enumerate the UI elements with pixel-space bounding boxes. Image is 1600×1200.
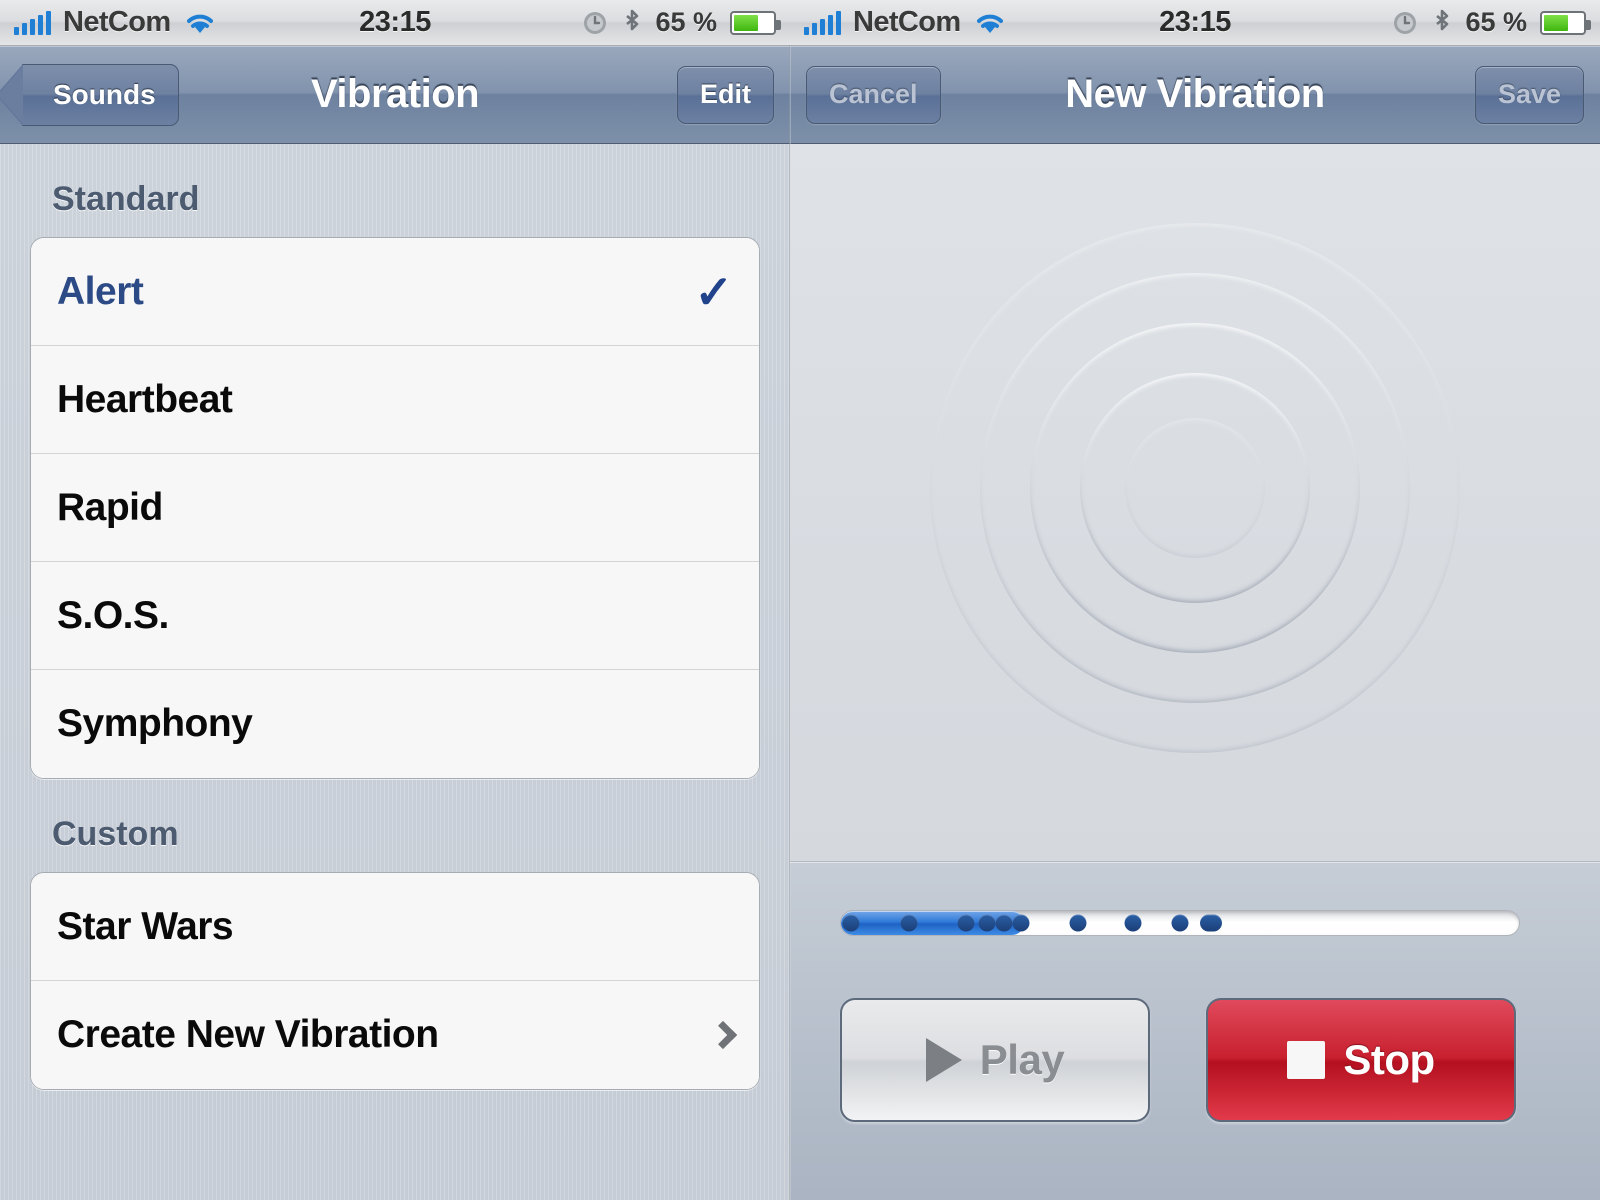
- list-item-symphony[interactable]: Symphony: [31, 670, 759, 778]
- tap-marker: [900, 914, 918, 932]
- recording-progress-bar[interactable]: [840, 910, 1520, 936]
- status-bar-left: NetCom 23:15 65 %: [0, 0, 790, 46]
- tap-marker: [1069, 914, 1087, 932]
- tap-canvas[interactable]: [790, 144, 1600, 862]
- list-item-alert[interactable]: Alert ✓: [31, 238, 759, 346]
- custom-vibrations-card: Star Wars Create New Vibration: [30, 872, 760, 1090]
- tap-marker: [1012, 914, 1030, 932]
- tap-marker: [1171, 914, 1189, 932]
- status-bar-right-group: 65 %: [1391, 7, 1591, 38]
- ripple-rings-graphic: [915, 208, 1475, 768]
- group-header-standard: Standard: [52, 180, 200, 218]
- chevron-right-icon: [708, 1020, 738, 1050]
- transport-buttons: Play Stop: [840, 998, 1550, 1122]
- tap-marker: [1199, 914, 1222, 932]
- left-phone-panel: NetCom 23:15 65 % Sounds Vibration Edit …: [0, 0, 790, 1200]
- list-item-label: Star Wars: [57, 904, 234, 948]
- play-icon: [925, 1038, 962, 1082]
- alarm-clock-icon: [1394, 11, 1417, 34]
- cancel-button[interactable]: Cancel: [806, 65, 941, 124]
- list-item-label: Create New Vibration: [57, 1013, 439, 1056]
- tap-marker: [842, 914, 860, 932]
- list-item-rapid[interactable]: Rapid: [31, 454, 759, 562]
- list-item-label: S.O.S.: [57, 593, 169, 637]
- bluetooth-icon: [626, 9, 639, 30]
- nav-bar-right: Cancel New Vibration Save: [790, 46, 1600, 144]
- status-bar-right-group: 65 %: [581, 7, 781, 38]
- battery-percent-label: 65 %: [655, 7, 717, 37]
- dual-phone-screenshot: NetCom 23:15 65 % Sounds Vibration Edit …: [0, 0, 1600, 1200]
- stop-button-label: Stop: [1343, 1036, 1435, 1083]
- edit-button-label: Edit: [700, 79, 751, 109]
- right-phone-panel: NetCom 23:15 65 % Cancel New Vibration S…: [790, 0, 1600, 1200]
- tap-marker: [978, 914, 996, 932]
- recorder-controls: Play Stop: [790, 862, 1600, 1200]
- battery-icon: [730, 10, 781, 35]
- save-button[interactable]: Save: [1474, 65, 1584, 124]
- battery-icon: [1540, 10, 1591, 35]
- stop-icon: [1287, 1041, 1326, 1079]
- tap-marker: [995, 914, 1013, 932]
- list-item-label: Heartbeat: [57, 377, 233, 421]
- edit-button[interactable]: Edit: [677, 65, 774, 124]
- list-item-label: Alert: [57, 269, 144, 313]
- tap-marker: [1124, 914, 1142, 932]
- checkmark-icon: ✓: [694, 265, 733, 318]
- standard-vibrations-card: Alert ✓ Heartbeat Rapid S.O.S. Symphony: [30, 237, 760, 779]
- group-header-custom: Custom: [52, 815, 179, 853]
- tap-marker: [957, 914, 975, 932]
- play-button[interactable]: Play: [840, 998, 1150, 1122]
- list-item-heartbeat[interactable]: Heartbeat: [31, 346, 759, 454]
- back-button-sounds[interactable]: Sounds: [22, 63, 179, 126]
- list-item-label: Rapid: [57, 485, 163, 529]
- cancel-button-label: Cancel: [829, 79, 918, 109]
- battery-percent-label: 65 %: [1465, 7, 1527, 37]
- save-button-label: Save: [1497, 79, 1561, 109]
- stop-button[interactable]: Stop: [1206, 998, 1516, 1122]
- play-button-label: Play: [979, 1036, 1065, 1083]
- new-vibration-body: Play Stop: [790, 144, 1600, 1200]
- nav-bar-left: Sounds Vibration Edit: [0, 46, 790, 144]
- list-item-label: Symphony: [57, 702, 253, 745]
- list-item-create-new-vibration[interactable]: Create New Vibration: [31, 981, 759, 1089]
- list-item-star-wars[interactable]: Star Wars: [31, 873, 759, 981]
- ripple-ring: [1125, 418, 1265, 558]
- settings-list: Standard Alert ✓ Heartbeat Rapid S.O.S. …: [0, 144, 790, 1200]
- bluetooth-icon: [1436, 9, 1449, 30]
- alarm-clock-icon: [584, 11, 607, 34]
- list-item-sos[interactable]: S.O.S.: [31, 562, 759, 670]
- back-button-label: Sounds: [53, 78, 156, 110]
- status-bar-right: NetCom 23:15 65 %: [790, 0, 1600, 46]
